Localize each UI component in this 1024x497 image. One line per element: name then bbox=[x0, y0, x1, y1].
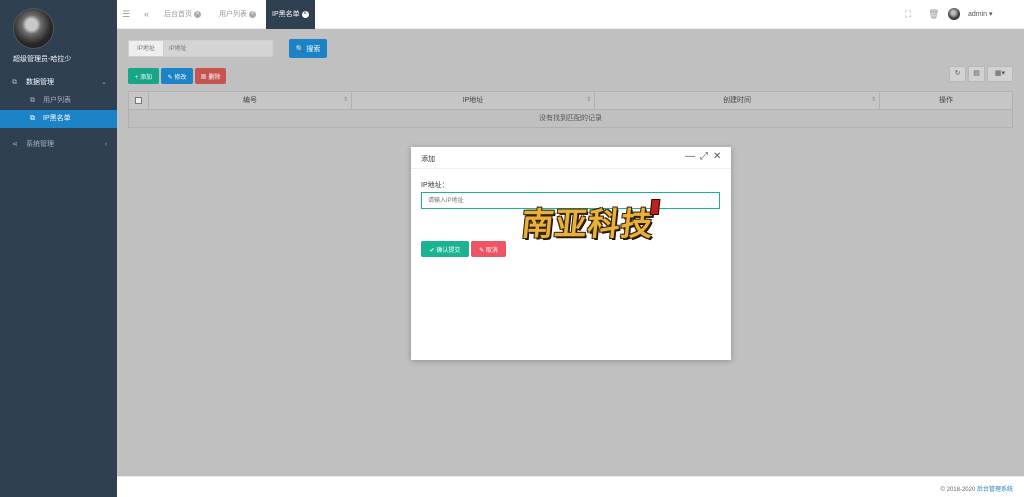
close-icon[interactable]: ✕ bbox=[713, 151, 721, 162]
avatar[interactable] bbox=[948, 8, 960, 20]
search-input[interactable] bbox=[163, 40, 273, 57]
column-label: 创建时间 bbox=[723, 97, 751, 104]
column-ip[interactable]: IP地址 ⇕ bbox=[352, 92, 595, 109]
columns-icon: ▦▾ bbox=[994, 70, 1006, 77]
add-dialog: 添加 — ⤢ ✕ IP地址： 南亚科技 ✔ 确认提交 ✎ 取消 bbox=[411, 147, 731, 360]
ip-field-label: IP地址： bbox=[421, 182, 449, 189]
tab-label: 用户列表 bbox=[219, 11, 247, 18]
sidebar: 超级管理员-哈拉少 ⧉ 数据管理 ⌄ ⧉ 用户列表 ⧉ IP黑名单 ⋖ 系统管理… bbox=[0, 0, 117, 497]
user-name: 超级管理员-哈拉少 bbox=[13, 56, 72, 63]
dialog-header: 添加 — ⤢ ✕ bbox=[411, 147, 731, 169]
check-icon: ✔ bbox=[429, 247, 435, 254]
empty-row: 没有找到匹配的记录 bbox=[128, 110, 1013, 128]
footer: © 2018-2020 后台管理系统 bbox=[117, 476, 1024, 497]
tab-ip-blacklist[interactable]: IP黑名单 × bbox=[266, 0, 315, 29]
maximize-icon[interactable]: ⤢ bbox=[700, 151, 708, 162]
sidebar-item-system-management[interactable]: ⋖ 系统管理 ‹ bbox=[0, 136, 117, 154]
tab-label: 后台首页 bbox=[164, 11, 192, 18]
plus-icon: + bbox=[134, 74, 139, 81]
column-actions: 操作 bbox=[880, 92, 1012, 109]
search-label: IP地址 bbox=[128, 40, 164, 57]
columns-button[interactable]: ▦▾ bbox=[987, 66, 1013, 82]
avatar[interactable] bbox=[13, 8, 54, 49]
sidebar-item-label: 系统管理 bbox=[26, 141, 54, 148]
column-id[interactable]: 编号 ⇕ bbox=[149, 92, 352, 109]
edit-label: 修改 bbox=[174, 74, 187, 81]
admin-menu[interactable]: admin ▾ bbox=[968, 10, 993, 18]
column-created-at[interactable]: 创建时间 ⇕ bbox=[595, 92, 880, 109]
copy-icon: ⧉ bbox=[12, 79, 17, 86]
watermark-text: 南亚科技 bbox=[519, 205, 656, 243]
copy-icon: ⧉ bbox=[30, 97, 35, 104]
topbar: ☰ « 后台首页 × 用户列表 × IP黑名单 × ⛶ 🗑 admin ▾ bbox=[117, 0, 1024, 29]
sidebar-item-label: IP黑名单 bbox=[43, 115, 71, 122]
sidebar-item-label: 数据管理 bbox=[26, 79, 54, 86]
sort-icon: ⇕ bbox=[342, 97, 348, 103]
refresh-button[interactable]: ↻ bbox=[949, 66, 966, 82]
toggle-view-button[interactable]: ▤ bbox=[968, 66, 985, 82]
pencil-icon: ✎ bbox=[167, 74, 173, 81]
list-icon: ▤ bbox=[973, 70, 980, 77]
fullscreen-icon[interactable]: ⛶ bbox=[905, 9, 911, 20]
minimize-icon[interactable]: — bbox=[685, 151, 695, 162]
watermark-logo: 南亚科技 bbox=[519, 199, 661, 245]
caret-down-icon: ▾ bbox=[989, 11, 993, 18]
close-icon[interactable]: × bbox=[194, 10, 201, 18]
admin-name: admin bbox=[968, 11, 988, 18]
delete-button[interactable]: ▦ 删除 bbox=[195, 68, 226, 84]
select-all-cell bbox=[129, 92, 149, 109]
copyright: © 2018-2020 后台管理系统 bbox=[941, 484, 1013, 493]
trash-icon[interactable]: 🗑 bbox=[928, 9, 939, 20]
dialog-title: 添加 bbox=[421, 156, 435, 163]
sidebar-item-ip-blacklist[interactable]: ⧉ IP黑名单 bbox=[0, 110, 117, 128]
sidebar-item-label: 用户列表 bbox=[43, 97, 71, 104]
close-icon[interactable]: × bbox=[249, 10, 256, 18]
cancel-label: 取消 bbox=[485, 247, 498, 254]
close-icon[interactable]: × bbox=[301, 10, 309, 18]
column-label: 操作 bbox=[939, 97, 953, 104]
tab-user-list[interactable]: 用户列表 × bbox=[219, 0, 256, 29]
confirm-label: 确认提交 bbox=[436, 247, 461, 254]
menu-toggle-icon[interactable]: ☰ bbox=[122, 9, 130, 20]
sidebar-item-user-list[interactable]: ⧉ 用户列表 bbox=[0, 92, 117, 110]
search-icon: 🔍 bbox=[295, 45, 305, 53]
cancel-button[interactable]: ✎ 取消 bbox=[471, 241, 506, 257]
select-all-checkbox[interactable] bbox=[135, 97, 142, 104]
pencil-icon: ✎ bbox=[479, 247, 485, 254]
add-label: 添加 bbox=[140, 74, 153, 81]
tab-label: IP黑名单 bbox=[272, 11, 300, 18]
copyright-text: © 2018-2020 bbox=[940, 487, 976, 493]
column-label: IP地址 bbox=[462, 97, 484, 104]
share-icon: ⋖ bbox=[12, 141, 18, 148]
footer-link[interactable]: 后台管理系统 bbox=[977, 487, 1013, 493]
search-button-label: 搜索 bbox=[306, 45, 321, 53]
search-button[interactable]: 🔍 搜索 bbox=[289, 39, 327, 58]
backward-icon[interactable]: « bbox=[144, 9, 149, 19]
trash-icon: ▦ bbox=[200, 74, 207, 81]
sort-icon: ⇕ bbox=[585, 97, 591, 103]
sort-icon: ⇕ bbox=[870, 97, 876, 103]
confirm-button[interactable]: ✔ 确认提交 bbox=[421, 241, 469, 257]
tab-home[interactable]: 后台首页 × bbox=[164, 0, 201, 29]
seal-stamp bbox=[649, 199, 661, 215]
chevron-down-icon: ⌄ bbox=[101, 79, 107, 86]
chevron-left-icon: ‹ bbox=[104, 141, 107, 148]
delete-label: 删除 bbox=[208, 74, 221, 81]
sidebar-menu: ⧉ 数据管理 ⌄ ⧉ 用户列表 ⧉ IP黑名单 ⋖ 系统管理 ‹ bbox=[0, 74, 117, 154]
add-button[interactable]: + 添加 bbox=[128, 68, 159, 84]
copy-icon: ⧉ bbox=[30, 115, 35, 122]
data-table: 编号 ⇕ IP地址 ⇕ 创建时间 ⇕ 操作 没有找到匹配的记录 bbox=[128, 91, 1013, 128]
edit-button[interactable]: ✎ 修改 bbox=[161, 68, 193, 84]
sidebar-item-data-management[interactable]: ⧉ 数据管理 ⌄ bbox=[0, 74, 117, 92]
column-label: 编号 bbox=[243, 97, 257, 104]
refresh-icon: ↻ bbox=[954, 70, 961, 77]
table-header: 编号 ⇕ IP地址 ⇕ 创建时间 ⇕ 操作 bbox=[128, 91, 1013, 110]
